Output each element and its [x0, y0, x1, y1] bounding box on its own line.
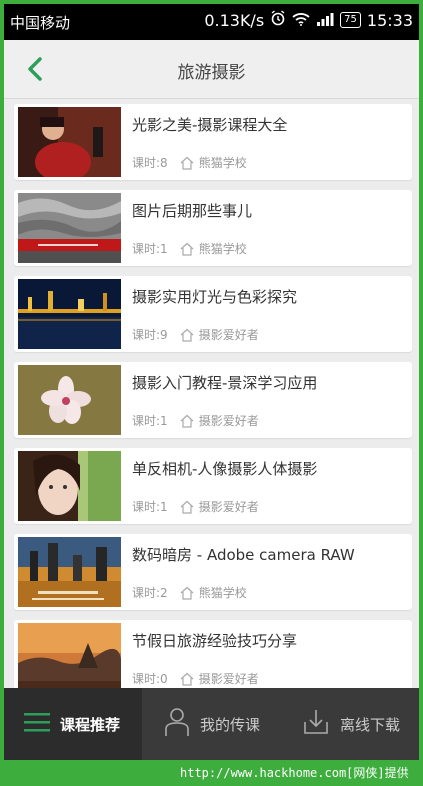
course-title: 单反相机-人像摄影人体摄影: [132, 460, 318, 478]
home-icon: [180, 586, 194, 600]
tab-label: 我的传课: [200, 715, 261, 734]
home-icon: [180, 672, 194, 686]
course-author: 熊猫学校: [198, 242, 247, 256]
lesson-count: 课时:8: [132, 156, 168, 170]
course-title: 图片后期那些事儿: [132, 202, 253, 220]
network-speed: 0.13K/s: [204, 10, 265, 30]
course-title: 数码暗房 - Adobe camera RAW: [132, 546, 355, 564]
course-thumbnail: [18, 623, 121, 693]
course-card[interactable]: 单反相机-人像摄影人体摄影 课时:1 摄影爱好者: [14, 448, 412, 524]
download-icon: [302, 708, 330, 740]
course-title: 节假日旅游经验技巧分享: [132, 632, 298, 650]
course-meta: 课时:1 摄影爱好者: [132, 498, 259, 515]
course-meta: 课时:1 摄影爱好者: [132, 412, 259, 429]
course-card[interactable]: 光影之美-摄影课程大全 课时:8 熊猫学校: [14, 104, 412, 180]
course-card[interactable]: 图片后期那些事儿 课时:1 熊猫学校: [14, 190, 412, 266]
tab-course-recommend[interactable]: 课程推荐: [4, 688, 142, 760]
course-author: 摄影爱好者: [198, 672, 259, 686]
course-meta: 课时:9 摄影爱好者: [132, 326, 259, 343]
course-author: 摄影爱好者: [198, 500, 259, 514]
course-card[interactable]: 节假日旅游经验技巧分享 课时:0 摄影爱好者: [14, 620, 412, 696]
course-thumbnail: [18, 279, 121, 349]
lesson-count: 课时:9: [132, 328, 168, 342]
lesson-count: 课时:1: [132, 500, 168, 514]
tab-my-courses[interactable]: 我的传课: [144, 688, 282, 760]
tab-label: 课程推荐: [60, 715, 121, 734]
page-title: 旅游摄影: [177, 63, 246, 83]
person-icon: [164, 707, 190, 741]
home-icon: [180, 156, 194, 170]
course-card[interactable]: 摄影实用灯光与色彩探究 课时:9 摄影爱好者: [14, 276, 412, 352]
course-title: 光影之美-摄影课程大全: [132, 116, 288, 134]
course-title: 摄影入门教程-景深学习应用: [132, 374, 318, 392]
lesson-count: 课时:2: [132, 586, 168, 600]
signal-icon: [316, 11, 334, 30]
watermark-text: http://www.hackhome.com[网侠]提供: [180, 766, 409, 780]
bottom-nav: 课程推荐 我的传课 离线下载: [4, 688, 419, 760]
course-author: 摄影爱好者: [198, 328, 259, 342]
lesson-count: 课时:1: [132, 414, 168, 428]
course-title: 摄影实用灯光与色彩探究: [132, 288, 298, 306]
course-meta: 课时:8 熊猫学校: [132, 154, 247, 171]
menu-icon: [24, 710, 50, 738]
alarm-icon: [270, 10, 286, 30]
course-card[interactable]: 摄影入门教程-景深学习应用 课时:1 摄影爱好者: [14, 362, 412, 438]
home-icon: [180, 242, 194, 256]
course-thumbnail: [18, 365, 121, 435]
tab-label: 离线下载: [340, 715, 401, 734]
app-header: 旅游摄影: [4, 40, 419, 99]
course-meta: 课时:2 熊猫学校: [132, 584, 247, 601]
clock: 15:33: [366, 10, 413, 30]
carrier-name: 中国移动: [10, 14, 71, 32]
status-bar: 中国移动 0.13K/s 75 15:33: [4, 4, 419, 40]
home-icon: [180, 328, 194, 342]
course-thumbnail: [18, 537, 121, 607]
home-icon: [180, 414, 194, 428]
wifi-icon: [292, 11, 310, 30]
lesson-count: 课时:0: [132, 672, 168, 686]
home-icon: [180, 500, 194, 514]
course-thumbnail: [18, 193, 121, 263]
tab-offline-download[interactable]: 离线下载: [286, 688, 419, 760]
course-card[interactable]: 数码暗房 - Adobe camera RAW 课时:2 熊猫学校: [14, 534, 412, 610]
course-meta: 课时:0 摄影爱好者: [132, 670, 259, 687]
course-author: 熊猫学校: [198, 586, 247, 600]
status-icons: 0.13K/s 75 15:33: [204, 10, 413, 30]
course-meta: 课时:1 熊猫学校: [132, 240, 247, 257]
lesson-count: 课时:1: [132, 242, 168, 256]
course-thumbnail: [18, 107, 121, 177]
battery-icon: 75: [340, 12, 361, 28]
phone-screen: 中国移动 0.13K/s 75 15:33 旅游摄影 光影之美-摄影课程大全 课…: [4, 4, 419, 760]
course-thumbnail: [18, 451, 121, 521]
course-author: 熊猫学校: [198, 156, 247, 170]
course-author: 摄影爱好者: [198, 414, 259, 428]
